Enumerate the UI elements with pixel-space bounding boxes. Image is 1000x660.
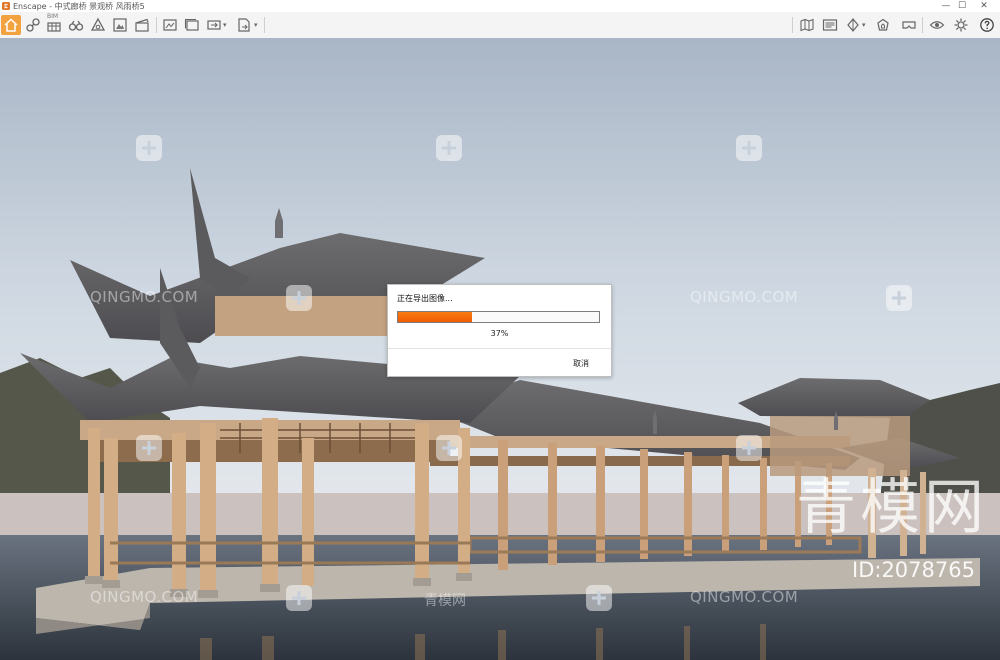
toolbar-separator [792,17,793,33]
watermark-logo-icon [586,585,612,611]
watermark-text: QINGMO.COM [690,588,799,606]
progress-fill [398,312,473,322]
measure-button[interactable] [88,15,108,35]
toolbar-separator [264,17,265,33]
visual-settings-button[interactable] [110,15,130,35]
clapper-icon [135,18,149,32]
panorama-button[interactable] [820,15,840,35]
binoculars-icon [68,20,84,31]
sun-icon [847,18,859,32]
bim-icon [47,22,61,32]
dialog-divider [388,348,611,349]
render-image-icon [163,19,177,31]
eye-icon [929,21,945,29]
settings-button[interactable] [951,15,971,35]
dialog-title: 正在导出图像... [397,294,453,303]
render-image-button[interactable] [160,15,180,35]
orbit-button[interactable] [66,15,86,35]
window-title: Enscape - 中式廊桥 景观桥 风雨桥5 [13,1,145,11]
export-progress-bar [397,311,600,323]
watermark-logo-icon [886,285,912,311]
home-button[interactable] [1,15,21,35]
panorama-icon [822,19,838,31]
asset-library-button[interactable] [873,15,893,35]
enscape-logo-icon [2,2,10,10]
watermark-logo-icon [736,435,762,461]
home-icon [4,18,18,32]
sun-dropdown-caret[interactable]: ▾ [862,21,866,29]
export-progress-dialog: 正在导出图像... 37% 取消 [387,284,612,377]
watermark-text: QINGMO.COM [90,588,199,606]
vr-headset-button[interactable] [899,15,919,35]
watermark-logo-icon [286,285,312,311]
toolbar: BIM ▾ ▾ ▾ [0,12,1000,45]
close-button[interactable]: ✕ [974,0,994,12]
asset-library-icon [877,18,889,31]
progress-percent: 37% [490,329,509,338]
link-icon [26,18,40,32]
export-icon [207,20,221,30]
batch-render-icon [184,18,199,31]
settings-icon [954,18,968,32]
web-export-dropdown-caret[interactable]: ▾ [254,21,258,29]
watermark-cn-text: 青模网 [424,593,466,609]
watermark-text: QINGMO.COM [90,288,199,306]
map-icon [800,18,814,32]
watermark-logo-icon [736,135,762,161]
id-watermark-text: ID:2078765 [852,558,975,582]
help-button[interactable] [977,15,997,35]
watermark-text: QINGMO.COM [690,288,799,306]
help-icon [980,18,994,32]
title-bar: Enscape - 中式廊桥 景观桥 风雨桥5 — ☐ ✕ [0,0,1000,12]
sun-button[interactable] [843,15,863,35]
visual-settings-icon [113,18,127,32]
link-button[interactable] [23,15,43,35]
measure-icon [90,17,106,31]
video-editor-button[interactable] [132,15,152,35]
export-dropdown-caret[interactable]: ▾ [223,21,227,29]
watermark-logo-icon [136,135,162,161]
maximize-button[interactable]: ☐ [952,0,972,12]
watermark-logo-icon [436,135,462,161]
toolbar-separator [922,17,923,33]
toolbar-separator [156,17,157,33]
watermark-logo-icon [436,435,462,461]
large-watermark-text: 青模网 [796,473,988,543]
batch-render-button[interactable] [182,15,202,35]
watermark-logo-icon [136,435,162,461]
cancel-button[interactable]: 取消 [573,358,589,369]
map-button[interactable] [797,15,817,35]
view-button[interactable] [927,15,947,35]
export-button[interactable] [204,15,224,35]
web-export-button[interactable] [234,15,254,35]
bim-button[interactable] [44,15,64,35]
vr-headset-icon [902,21,916,29]
watermark-logo-icon [286,585,312,611]
web-export-icon [238,18,250,32]
